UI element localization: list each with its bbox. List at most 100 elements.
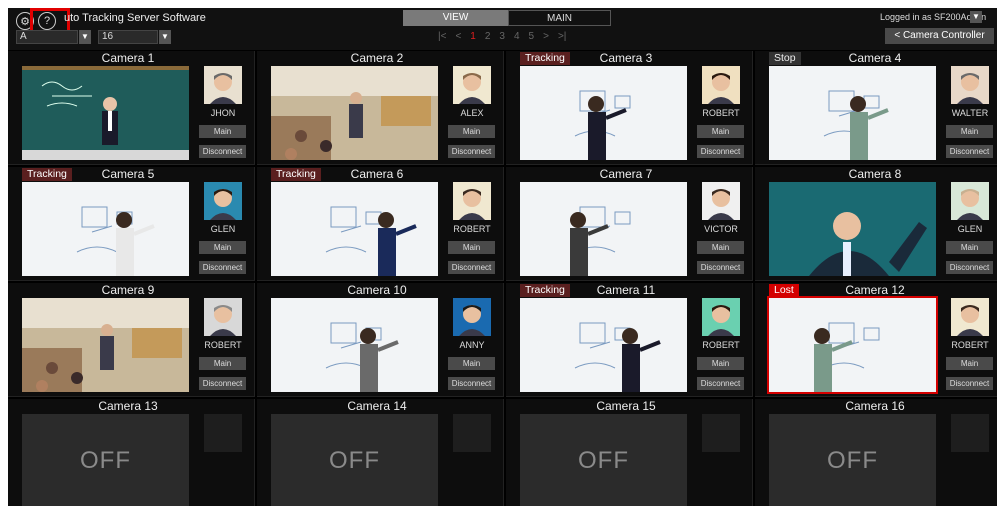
camera-tile[interactable]: Camera 10 ANNY Main Disconnect [257,283,504,397]
disconnect-button[interactable]: Disconnect [946,377,993,390]
person-name: ROBERT [702,108,740,118]
pager-first[interactable]: |< [438,31,446,42]
camera-controller-button[interactable]: < Camera Controller [885,28,994,44]
status-badge: Stop [769,52,801,65]
camera-feed[interactable] [520,298,687,392]
app-title: uto Tracking Server Software [64,12,206,24]
camera-tile[interactable]: Camera 14 OFF [257,399,504,506]
camera-feed-off[interactable]: OFF [271,414,438,506]
status-badge: Tracking [520,52,570,65]
disconnect-button[interactable]: Disconnect [448,377,495,390]
avatar [951,298,989,336]
pager-page[interactable]: 4 [514,31,520,42]
chevron-down-icon[interactable]: ▼ [970,11,982,23]
camera-feed[interactable] [767,296,938,394]
camera-count-select[interactable]: 16 [98,30,158,44]
camera-title: Camera 15 [596,399,656,413]
main-button[interactable]: Main [448,357,495,370]
pager-prev[interactable]: < [455,31,461,42]
camera-feed[interactable] [271,298,438,392]
main-button[interactable]: Main [199,125,246,138]
main-button[interactable]: Main [697,357,744,370]
main-button[interactable]: Main [199,241,246,254]
pager-page[interactable]: 5 [529,31,535,42]
camera-feed[interactable] [271,66,438,160]
tab-view[interactable]: VIEW [403,10,508,26]
camera-title: Camera 7 [599,167,653,181]
camera-tile[interactable]: Camera 5 Tracking GLEN Main Disconnect [8,167,255,281]
chevron-down-icon[interactable]: ▼ [79,30,91,44]
camera-tile[interactable]: Camera 8 GLEN Main Disconnect [755,167,997,281]
camera-tile[interactable]: Camera 7 VICTOR Main Disconnect [506,167,753,281]
avatar [204,66,242,104]
disconnect-button[interactable]: Disconnect [199,145,246,158]
pager-page[interactable]: 3 [499,31,505,42]
main-button[interactable]: Main [697,241,744,254]
camera-title: Camera 8 [848,167,902,181]
main-button[interactable]: Main [448,241,495,254]
disconnect-button[interactable]: Disconnect [697,377,744,390]
camera-tile[interactable]: Camera 2 ALEX Main Disconnect [257,51,504,165]
camera-tile[interactable]: Camera 1 JHON Main Disconnect [8,51,255,165]
camera-feed[interactable] [22,182,189,276]
camera-tile[interactable]: Camera 3 Tracking ROBERT Main Disconnect [506,51,753,165]
camera-feed-off[interactable]: OFF [520,414,687,506]
disconnect-button[interactable]: Disconnect [448,145,495,158]
disconnect-button[interactable]: Disconnect [199,377,246,390]
avatar [702,182,740,220]
camera-tile[interactable]: Camera 15 OFF [506,399,753,506]
camera-tile[interactable]: Camera 13 OFF [8,399,255,506]
main-button[interactable]: Main [697,125,744,138]
person-name: ROBERT [702,340,740,350]
avatar [702,298,740,336]
camera-feed[interactable] [520,182,687,276]
avatar [453,182,491,220]
camera-tile[interactable]: Camera 16 OFF [755,399,997,506]
main-button[interactable]: Main [946,125,993,138]
camera-feed[interactable] [769,66,936,160]
camera-title: Camera 16 [845,399,905,413]
avatar-placeholder [951,414,989,452]
disconnect-button[interactable]: Disconnect [697,261,744,274]
avatar [204,298,242,336]
person-name: JHON [210,108,236,118]
chevron-down-icon[interactable]: ▼ [159,30,171,44]
avatar [951,66,989,104]
disconnect-button[interactable]: Disconnect [697,145,744,158]
avatar [453,66,491,104]
disconnect-button[interactable]: Disconnect [448,261,495,274]
camera-feed[interactable] [271,182,438,276]
camera-feed-off[interactable]: OFF [769,414,936,506]
camera-feed[interactable] [520,66,687,160]
status-badge: Tracking [271,168,321,181]
camera-grid: Camera 1 JHON Main Disconnect Camera 2 ALEX Ma… [8,51,997,506]
camera-feed[interactable] [22,298,189,392]
camera-tile[interactable]: Camera 4 Stop WALTER Main Disconnect [755,51,997,165]
main-button[interactable]: Main [946,357,993,370]
camera-feed[interactable] [769,182,936,276]
avatar [702,66,740,104]
main-button[interactable]: Main [946,241,993,254]
camera-feed[interactable] [22,66,189,160]
camera-tile[interactable]: Camera 12 Lost ROBERT Main Disconnect [755,283,997,397]
avatar [951,182,989,220]
main-button[interactable]: Main [448,125,495,138]
pager-last[interactable]: >| [558,31,566,42]
camera-tile[interactable]: Camera 9 ROBERT Main Disconnect [8,283,255,397]
disconnect-button[interactable]: Disconnect [199,261,246,274]
pager-page[interactable]: 1 [470,31,476,42]
person-name: GLEN [210,224,236,234]
pager-next[interactable]: > [543,31,549,42]
disconnect-button[interactable]: Disconnect [946,145,993,158]
camera-feed-off[interactable]: OFF [22,414,189,506]
disconnect-button[interactable]: Disconnect [946,261,993,274]
main-button[interactable]: Main [199,357,246,370]
top-bar: ⚙ ? uto Tracking Server Software A ▼ 16 … [8,8,997,50]
group-select[interactable]: A [16,30,78,44]
status-badge: Lost [769,284,799,297]
camera-tile[interactable]: Camera 11 Tracking ROBERT Main Disconnect [506,283,753,397]
camera-tile[interactable]: Camera 6 Tracking ROBERT Main Disconnect [257,167,504,281]
pager-page[interactable]: 2 [485,31,491,42]
person-name: ROBERT [453,224,491,234]
tab-main[interactable]: MAIN [508,10,611,26]
